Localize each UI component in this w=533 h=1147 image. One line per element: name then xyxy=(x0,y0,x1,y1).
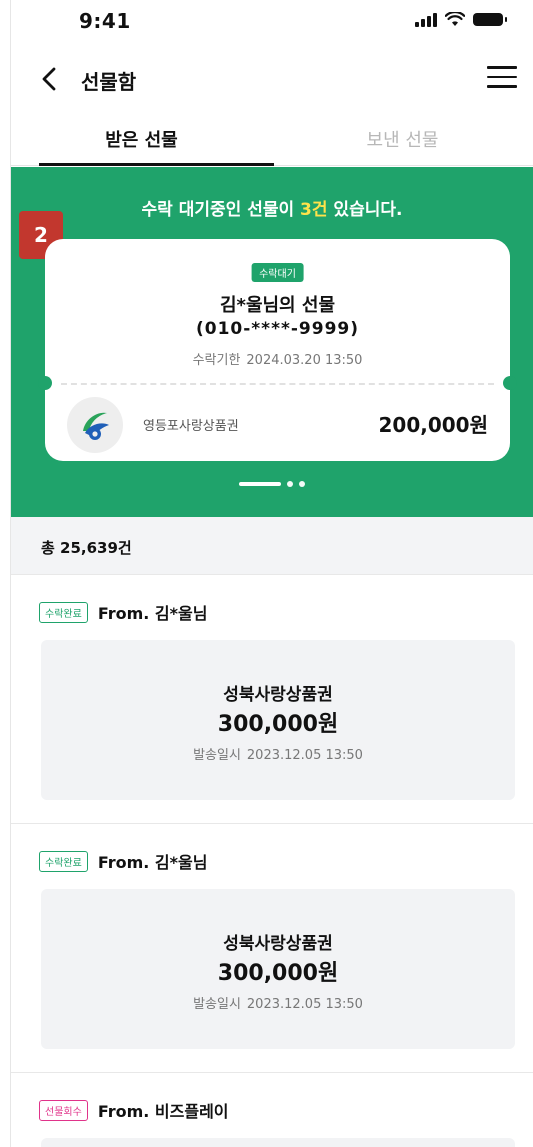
status-bar: 9:41 xyxy=(11,0,533,44)
item-voucher-box[interactable]: 성북사랑상품권 300,000원 발송일시 2023.12.05 13:50 xyxy=(41,640,515,800)
item-from: From. 김*울님 xyxy=(97,604,208,623)
item-amount: 300,000원 xyxy=(217,712,339,737)
chevron-left-icon xyxy=(42,67,56,91)
battery-icon xyxy=(473,13,507,26)
total-count-bar: 총 25,639건 xyxy=(11,517,533,575)
signal-icon xyxy=(415,12,437,27)
item-voucher-name: 성북사랑상품권 xyxy=(223,685,333,705)
wifi-icon xyxy=(445,12,465,26)
item-header: 선물회수 From. 비즈플레이 xyxy=(39,1098,229,1122)
list-item[interactable]: 수락완료 From. 김*울님 성북사랑상품권 300,000원 발송일시 202… xyxy=(11,825,533,1073)
gift-sender-title: 김*울님의 선물 xyxy=(219,295,336,316)
tab-received-gifts[interactable]: 받은 선물 xyxy=(11,112,274,166)
list-item[interactable]: 수락완료 From. 김*울님 성북사랑상품권 300,000원 발송일시 202… xyxy=(11,576,533,824)
dashed-divider xyxy=(61,383,494,385)
app-header: 선물함 xyxy=(11,52,533,108)
item-sent-date: 발송일시 2023.12.05 13:50 xyxy=(193,997,363,1012)
list-item[interactable]: 선물회수 From. 비즈플레이 xyxy=(11,1074,533,1147)
item-voucher-name: 성북사랑상품권 xyxy=(223,934,333,954)
pending-count: 3건 xyxy=(300,200,328,220)
card-notch-right xyxy=(503,376,517,390)
item-header: 수락완료 From. 김*울님 xyxy=(39,600,207,624)
banner-message: 수락 대기중인 선물이 3건 있습니다. xyxy=(141,200,403,220)
card-notch-left xyxy=(38,376,52,390)
total-count: 총 25,639건 xyxy=(41,539,132,557)
voucher-logo-icon xyxy=(67,397,123,453)
item-header: 수락완료 From. 김*울님 xyxy=(39,849,207,873)
pending-gifts-banner: 수락 대기중인 선물이 3건 있습니다. 2 수락대기 김*울님의 선물 (01… xyxy=(11,167,533,517)
status-badge: 선물회수 xyxy=(39,1099,88,1121)
menu-button[interactable] xyxy=(487,66,517,92)
item-from: From. 비즈플레이 xyxy=(97,1102,229,1121)
item-voucher-box[interactable]: 성북사랑상품권 300,000원 발송일시 2023.12.05 13:50 xyxy=(41,889,515,1049)
status-badge-pending: 수락대기 xyxy=(251,263,304,282)
page-title: 선물함 xyxy=(81,70,137,94)
item-amount: 300,000원 xyxy=(217,961,339,986)
voucher-amount: 200,000원 xyxy=(378,413,489,437)
tab-bar: 받은 선물 보낸 선물 xyxy=(11,112,533,166)
item-sent-date: 발송일시 2023.12.05 13:50 xyxy=(193,748,363,763)
item-from: From. 김*울님 xyxy=(97,853,208,872)
pager-dot xyxy=(287,481,293,487)
carousel-pager[interactable] xyxy=(239,481,305,487)
status-badge: 수락완료 xyxy=(39,601,88,623)
status-icons xyxy=(415,12,507,27)
status-time: 9:41 xyxy=(79,9,131,33)
voucher-name: 영등포사랑상품권 xyxy=(143,419,239,434)
hamburger-menu-icon xyxy=(487,66,517,88)
tab-sent-gifts[interactable]: 보낸 선물 xyxy=(272,112,533,165)
status-badge: 수락완료 xyxy=(39,850,88,872)
pager-dot xyxy=(299,481,305,487)
pending-gift-card[interactable]: 수락대기 김*울님의 선물 (010-****-9999) 수락기한 2024.0… xyxy=(38,239,517,461)
acceptance-deadline: 수락기한 2024.03.20 13:50 xyxy=(192,353,363,368)
phone-screen: 9:41 선물함 받은 선물 보낸 선물 수락 대기중인 선물이 3건 있습니다… xyxy=(10,0,533,1147)
gift-sender-phone: (010-****-9999) xyxy=(195,319,359,339)
pager-active-indicator xyxy=(239,482,281,486)
back-button[interactable] xyxy=(35,64,65,94)
item-voucher-box[interactable] xyxy=(41,1138,515,1147)
